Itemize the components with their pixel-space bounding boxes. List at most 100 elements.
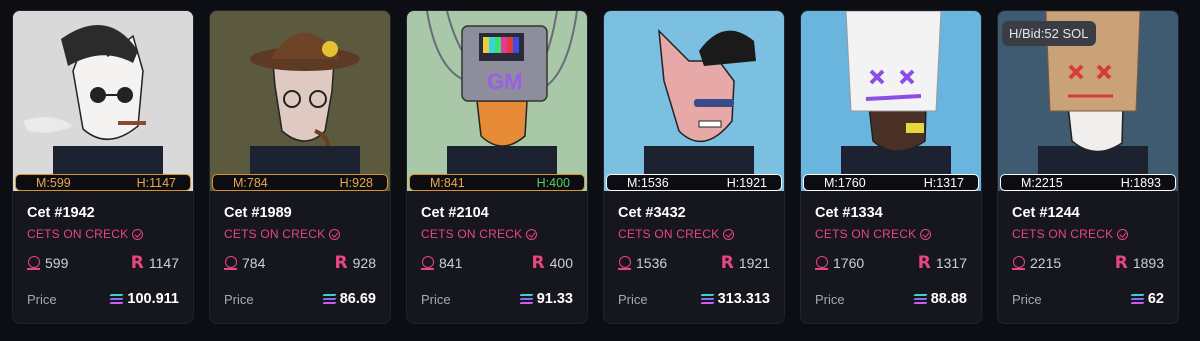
howrare-rank: R 1893: [1115, 253, 1164, 273]
nft-image[interactable]: H/Bid:52 SOL M:2215 H:1893: [998, 11, 1178, 191]
nft-title[interactable]: Cet #1244: [1012, 205, 1164, 223]
moonrank-stat: M:1760: [824, 175, 866, 190]
collection-name: CETS ON CRECK: [224, 227, 326, 241]
price-label: Price: [224, 291, 254, 307]
moonrank: 599: [27, 255, 68, 271]
cat-artwork: [604, 11, 784, 191]
solana-icon: [700, 294, 715, 304]
nft-card[interactable]: M:784 H:928 Cet #1989 CETS ON CRECK 784 …: [209, 10, 391, 324]
moonrank: 784: [224, 255, 265, 271]
rarity-stats-pill: M:1760 H:1317: [803, 174, 979, 191]
collection-name: CETS ON CRECK: [815, 227, 917, 241]
price-label: Price: [27, 291, 57, 307]
solana-icon: [913, 294, 928, 304]
nft-image[interactable]: GM M:841 H:400: [407, 11, 587, 191]
price-value: 91.33: [536, 291, 573, 307]
collection-link[interactable]: CETS ON CRECK: [815, 227, 967, 241]
moonrank-value: 2215: [1030, 255, 1062, 271]
cat-artwork: [801, 11, 981, 191]
nft-card[interactable]: H/Bid:52 SOL M:2215 H:1893 Cet #1244 CET…: [997, 10, 1179, 324]
solana-icon: [519, 294, 534, 304]
moonrank-value: 1536: [636, 255, 668, 271]
nft-image[interactable]: M:1760 H:1317: [801, 11, 981, 191]
howrare-value: 400: [549, 255, 573, 271]
nft-grid: M:599 H:1147 Cet #1942 CETS ON CRECK 599…: [12, 10, 1179, 324]
howrare-rank: R 400: [532, 253, 573, 273]
nft-title[interactable]: Cet #1989: [224, 205, 376, 223]
collection-name: CETS ON CRECK: [1012, 227, 1114, 241]
collection-name: CETS ON CRECK: [421, 227, 523, 241]
nft-title[interactable]: Cet #2104: [421, 205, 573, 223]
howrare-rank: R 1147: [131, 253, 179, 273]
moonrank-value: 784: [242, 255, 266, 271]
moonrank-stat: M:1536: [627, 175, 669, 190]
solana-icon: [1130, 294, 1145, 304]
nft-card[interactable]: M:1536 H:1921 Cet #3432 CETS ON CRECK 15…: [603, 10, 785, 324]
moonrank-stat: M:599: [36, 175, 71, 190]
svg-text:GM: GM: [487, 69, 522, 94]
collection-link[interactable]: CETS ON CRECK: [618, 227, 770, 241]
moonrank: 1536: [618, 255, 667, 271]
price: 62: [1130, 291, 1164, 307]
price-label: Price: [815, 291, 845, 307]
nft-card[interactable]: GM M:841 H:400 Cet #2104 CETS ON CRECK 8…: [406, 10, 588, 324]
collection-link[interactable]: CETS ON CRECK: [421, 227, 573, 241]
nft-image[interactable]: M:784 H:928: [210, 11, 390, 191]
nft-title[interactable]: Cet #3432: [618, 205, 770, 223]
verified-check-icon: [132, 228, 144, 240]
moonrank-icon: [1012, 256, 1025, 270]
price: 313.313: [700, 291, 770, 307]
price: 88.88: [913, 291, 967, 307]
rarity-stats-pill: M:1536 H:1921: [606, 174, 782, 191]
nft-title[interactable]: Cet #1942: [27, 205, 179, 223]
cat-artwork: [210, 11, 390, 191]
collection-name: CETS ON CRECK: [27, 227, 129, 241]
nft-image[interactable]: M:1536 H:1921: [604, 11, 784, 191]
collection-link[interactable]: CETS ON CRECK: [224, 227, 376, 241]
price-value: 313.313: [717, 291, 770, 307]
nft-card[interactable]: M:599 H:1147 Cet #1942 CETS ON CRECK 599…: [12, 10, 194, 324]
highest-bid-tag: H/Bid:52 SOL: [1002, 21, 1096, 46]
howrare-rank: R 928: [335, 253, 376, 273]
moonrank-value: 1760: [833, 255, 865, 271]
solana-icon: [322, 294, 337, 304]
howrare-r-icon: R: [1114, 253, 1128, 273]
price: 100.911: [109, 291, 179, 307]
moonrank: 1760: [815, 255, 864, 271]
verified-check-icon: [723, 228, 735, 240]
howrare-r-icon: R: [720, 253, 734, 273]
price-value: 88.88: [930, 291, 967, 307]
howrare-value: 1147: [148, 255, 179, 271]
cat-artwork: GM: [407, 11, 587, 191]
moonrank-icon: [27, 256, 40, 270]
price-value: 86.69: [339, 291, 376, 307]
moonrank-icon: [224, 256, 237, 270]
howrare-r-icon: R: [334, 253, 348, 273]
rarity-stats-pill: M:784 H:928: [212, 174, 388, 191]
moonrank: 841: [421, 255, 462, 271]
verified-check-icon: [329, 228, 341, 240]
rarity-stats-pill: M:2215 H:1893: [1000, 174, 1176, 191]
collection-link[interactable]: CETS ON CRECK: [27, 227, 179, 241]
howrare-value: 1921: [738, 255, 770, 271]
verified-check-icon: [526, 228, 538, 240]
collection-link[interactable]: CETS ON CRECK: [1012, 227, 1164, 241]
price-label: Price: [1012, 291, 1042, 307]
verified-check-icon: [920, 228, 932, 240]
howrare-rank: R 1921: [721, 253, 770, 273]
solana-icon: [109, 294, 124, 304]
nft-title[interactable]: Cet #1334: [815, 205, 967, 223]
moonrank-stat: M:841: [430, 175, 465, 190]
howrare-stat: H:400: [536, 175, 570, 190]
price: 86.69: [322, 291, 376, 307]
nft-image[interactable]: M:599 H:1147: [13, 11, 193, 191]
nft-card[interactable]: M:1760 H:1317 Cet #1334 CETS ON CRECK 17…: [800, 10, 982, 324]
howrare-stat: H:1921: [726, 175, 767, 190]
collection-name: CETS ON CRECK: [618, 227, 720, 241]
price-label: Price: [421, 291, 451, 307]
howrare-stat: H:1893: [1120, 175, 1161, 190]
price-label: Price: [618, 291, 648, 307]
howrare-stat: H:928: [339, 175, 373, 190]
moonrank-stat: M:784: [233, 175, 268, 190]
howrare-value: 928: [352, 255, 376, 271]
